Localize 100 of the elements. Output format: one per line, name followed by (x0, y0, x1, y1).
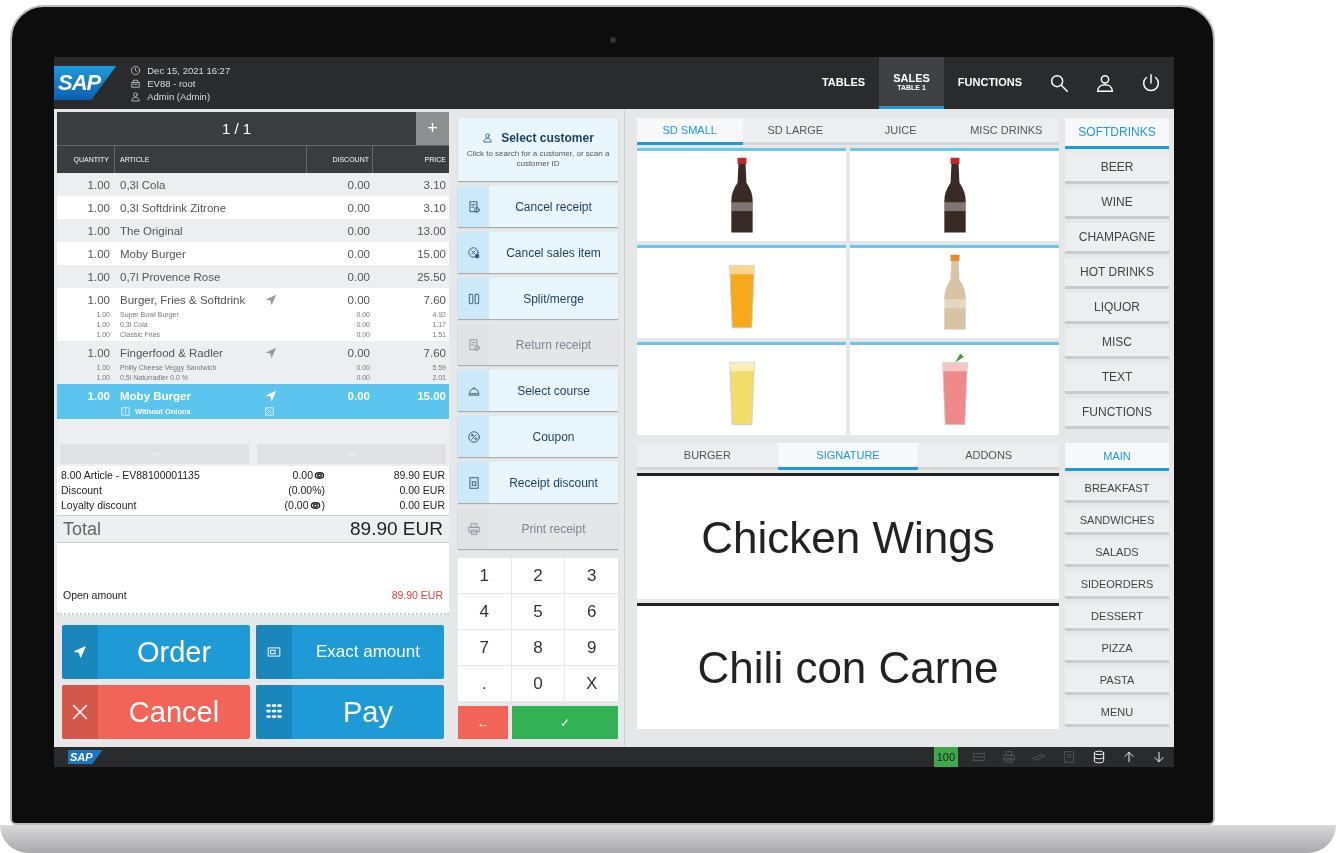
function-button[interactable]: Cancel receipt (458, 186, 618, 227)
keypad-key[interactable]: 6 (565, 594, 618, 629)
columns-icon (466, 291, 481, 306)
category-button[interactable]: TEXT (1065, 363, 1169, 394)
category-button[interactable]: PASTA (1065, 667, 1169, 695)
summary-amount: 89.90 EUR (392, 468, 445, 483)
percent-icon (466, 429, 481, 444)
price: 15.00 (416, 389, 447, 402)
quantity: 1.00 (86, 270, 111, 283)
receipt-return-icon (466, 337, 481, 352)
keypad-key[interactable]: X (565, 666, 618, 701)
function-button[interactable]: Coupon (458, 416, 618, 457)
select-customer-button[interactable]: Select customer Click to search for a customer, or scan a customer ID (458, 118, 618, 181)
keypad-key[interactable]: 9 (565, 630, 618, 665)
summary-label: 8.00 Article - EV88100001135 (61, 468, 201, 483)
quantity: 1.00 (86, 201, 111, 214)
category-button[interactable]: BEER (1065, 153, 1169, 184)
database-icon (1092, 750, 1106, 764)
discount: 0.00 (346, 224, 371, 237)
price: 25.50 (416, 270, 447, 283)
power-icon (1140, 72, 1162, 94)
category-button[interactable]: HOT DRINKS (1065, 258, 1169, 289)
sap-logo: SAP (68, 750, 103, 764)
total-amount: 89.90 EUR (350, 518, 443, 540)
nav-tab[interactable]: FUNCTIONS (943, 57, 1036, 109)
paper-plane-icon (73, 645, 87, 659)
arrow-down-icon (1152, 750, 1166, 764)
product-tab[interactable]: SD LARGE (742, 118, 848, 145)
keypad-key[interactable]: 4 (458, 594, 511, 629)
product-tile[interactable] (850, 342, 1059, 435)
keypad-key[interactable]: . (458, 666, 511, 701)
product-tile[interactable] (850, 148, 1059, 241)
session-info: EV88 - root (147, 77, 196, 89)
price: 7.60 (422, 346, 447, 359)
category-button[interactable]: FUNCTIONS (1065, 398, 1169, 429)
keypad-key[interactable]: 7 (458, 630, 511, 665)
keypad-key[interactable]: 8 (511, 630, 565, 665)
coin-icon (314, 470, 325, 481)
function-button[interactable]: Select course (458, 370, 618, 411)
keypad-key[interactable]: 0 (511, 666, 565, 701)
quantity: 1.00 (86, 293, 111, 306)
session-info: Dec 15, 2021 16:27 (147, 64, 231, 76)
arrow-up-icon (1122, 750, 1136, 764)
product-tile[interactable] (637, 342, 846, 435)
price: 13.00 (416, 224, 447, 237)
quantity: 1.00 (86, 178, 111, 191)
menu-tab[interactable]: ADDONS (918, 443, 1059, 470)
camera-icon (610, 37, 616, 43)
product-tile[interactable] (850, 245, 1059, 338)
summary-label: Discount (61, 483, 103, 498)
menu-item-button[interactable]: Chili con Carne (637, 603, 1059, 729)
clock-icon (130, 64, 142, 76)
keypad-key[interactable]: 5 (511, 594, 565, 629)
category-button[interactable]: PIZZA (1065, 635, 1169, 663)
category-button[interactable]: MENU (1065, 699, 1169, 727)
nav-tab[interactable]: TABLES (807, 57, 880, 109)
category-button[interactable]: DESSERT (1065, 603, 1169, 631)
cash-register-icon (130, 77, 142, 89)
price: 15.00 (416, 247, 447, 260)
product-tab[interactable]: JUICE (848, 118, 954, 145)
receipt-pager: 1 / 1 (220, 119, 253, 139)
category-button[interactable]: BREAKFAST (1065, 475, 1169, 503)
product-tab[interactable]: MISC DRINKS (953, 118, 1059, 145)
drawer-icon (972, 750, 986, 764)
keypad-key[interactable]: 3 (565, 558, 618, 593)
discount: 0.00 (346, 247, 371, 260)
receipt-icon (466, 475, 481, 490)
discount: 0.00 (346, 270, 371, 283)
keypad-key[interactable]: 1 (458, 558, 511, 593)
receipt-row[interactable]: 1.00 0,3l Softdrink Zitrone 0.00 3.10 (57, 196, 449, 219)
menu-item-button[interactable]: Chicken Wings (637, 473, 1059, 599)
discount: 0.00 (346, 178, 371, 191)
info-icon (120, 405, 131, 417)
summary-value: 0.00 (235, 468, 325, 483)
function-button[interactable]: Split/merge (458, 278, 618, 319)
function-button[interactable]: Cancel sales item (458, 232, 618, 273)
category-button[interactable]: WINE (1065, 188, 1169, 219)
receipt-row[interactable]: 1.00 Moby Burger 0.00 15.00 (57, 242, 449, 265)
category-button[interactable]: SALADS (1065, 539, 1169, 567)
category-button[interactable]: MISC (1065, 328, 1169, 359)
price: 3.10 (422, 201, 447, 214)
remove-icon (264, 405, 275, 417)
user-icon (482, 132, 494, 143)
function-button[interactable]: Receipt discount (458, 462, 618, 503)
category-button[interactable]: SANDWICHES (1065, 507, 1169, 535)
article-name: The Original (119, 224, 184, 237)
summary-value: (0.00 ) (283, 498, 325, 513)
open-amount-value: 89.90 EUR (391, 589, 443, 601)
display-icon (1062, 750, 1076, 764)
product-tile[interactable] (637, 245, 846, 338)
keypad-key[interactable]: 2 (511, 558, 565, 593)
user-icon (130, 90, 142, 102)
category-button[interactable]: SIDEORDERS (1065, 571, 1169, 599)
total-label: Total (63, 518, 102, 540)
category-button[interactable]: LIQUOR (1065, 293, 1169, 324)
menu-tab[interactable]: BURGER (637, 443, 778, 470)
product-tile[interactable] (637, 148, 846, 241)
category-button[interactable]: CHAMPAGNE (1065, 223, 1169, 254)
sap-logo: SAP (54, 66, 117, 100)
printer-icon (466, 521, 481, 536)
